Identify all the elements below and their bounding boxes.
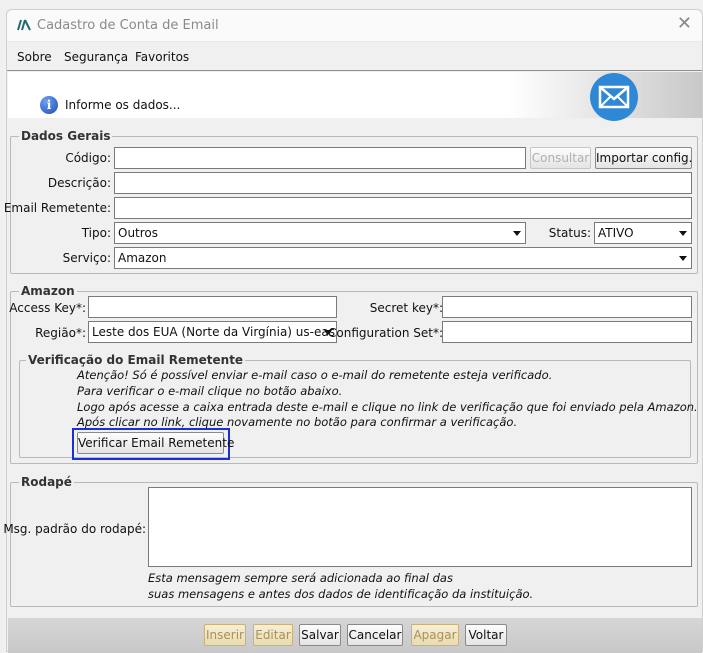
servico-label: Serviço:	[62, 251, 111, 265]
close-icon[interactable]: ✕	[677, 15, 692, 33]
verificacao-note-4: Após clicar no link, clique novamente no…	[77, 415, 518, 429]
rodape-note-1: Esta mensagem sempre será adicionada ao …	[148, 571, 453, 585]
mail-icon	[590, 73, 638, 121]
configuration-set-input[interactable]	[442, 321, 692, 343]
descricao-label: Descrição:	[47, 176, 111, 190]
verificacao-note-2: Para verificar o e-mail clique no botão …	[77, 384, 343, 398]
email-remetente-input[interactable]	[114, 197, 692, 219]
email-remetente-label: Email Remetente:	[3, 201, 111, 215]
descricao-input[interactable]	[114, 172, 692, 194]
tipo-select[interactable]: Outros	[114, 222, 526, 244]
tipo-value: Outros	[118, 226, 159, 240]
menu-sobre[interactable]: Sobre	[17, 50, 52, 64]
info-banner: i Informe os dados...	[8, 72, 702, 121]
info-icon: i	[40, 96, 58, 114]
chevron-down-icon	[679, 256, 687, 261]
regiao-label: Região*:	[35, 326, 86, 340]
window-title: Cadastro de Conta de Email	[37, 18, 219, 33]
secret-key-label: Secret key*:	[369, 301, 443, 315]
tipo-label: Tipo:	[81, 226, 111, 240]
verificar-email-button[interactable]: Verificar Email Remetente	[77, 432, 234, 454]
verificacao-title: Verificação do Email Remetente	[26, 353, 246, 367]
rodape-title: Rodapé	[19, 475, 74, 489]
dialog-window: Cadastro de Conta de Email ✕ Sobre Segur…	[3, 9, 703, 653]
footer-toolbar: Inserir Editar Salvar Cancelar Apagar Vo…	[8, 618, 702, 653]
msg-rodape-textarea[interactable]	[148, 487, 692, 567]
amazon-title: Amazon	[19, 284, 77, 298]
servico-value: Amazon	[118, 251, 167, 265]
apagar-button[interactable]: Apagar	[411, 624, 459, 646]
servico-select[interactable]: Amazon	[114, 247, 692, 269]
inserir-button[interactable]: Inserir	[204, 624, 246, 646]
status-value: ATIVO	[598, 226, 634, 240]
codigo-label: Código:	[65, 151, 111, 165]
cancelar-button[interactable]: Cancelar	[347, 624, 403, 646]
dados-gerais-title: Dados Gerais	[19, 129, 113, 143]
regiao-select[interactable]: Leste dos EUA (Norte da Virgínia) us-eas…	[88, 321, 337, 343]
chevron-down-icon	[679, 231, 687, 236]
access-key-label: Access Key*:	[9, 301, 86, 315]
importar-config-button[interactable]: Importar config.	[595, 147, 692, 169]
chevron-down-icon	[513, 231, 521, 236]
status-label: Status:	[548, 226, 591, 240]
title-bar: Cadastro de Conta de Email ✕	[7, 10, 702, 42]
voltar-button[interactable]: Voltar	[465, 624, 507, 646]
codigo-input[interactable]	[114, 147, 526, 169]
editar-button[interactable]: Editar	[253, 624, 293, 646]
menu-favoritos[interactable]: Favoritos	[135, 50, 189, 64]
salvar-button[interactable]: Salvar	[299, 624, 341, 646]
info-message: Informe os dados...	[65, 98, 181, 112]
consultar-button[interactable]: Consultar	[530, 147, 591, 169]
rodape-note-2: suas mensagens e antes dos dados de iden…	[148, 587, 534, 601]
menu-seguranca[interactable]: Segurança	[64, 50, 128, 64]
access-key-input[interactable]	[88, 296, 337, 318]
regiao-value: Leste dos EUA (Norte da Virgínia) us-eas…	[92, 325, 337, 339]
verificacao-note-3: Logo após acesse a caixa entrada deste e…	[77, 400, 698, 414]
msg-rodape-label: Msg. padrão do rodapé:	[3, 522, 146, 536]
verificacao-note-1: Atenção! Só é possível enviar e-mail cas…	[77, 368, 553, 382]
app-logo-icon	[17, 19, 31, 34]
secret-key-input[interactable]	[442, 296, 692, 318]
menu-bar: Sobre Segurança Favoritos	[7, 43, 702, 71]
configuration-set-label: Configuration Set*:	[328, 326, 443, 340]
status-select[interactable]: ATIVO	[594, 222, 692, 244]
